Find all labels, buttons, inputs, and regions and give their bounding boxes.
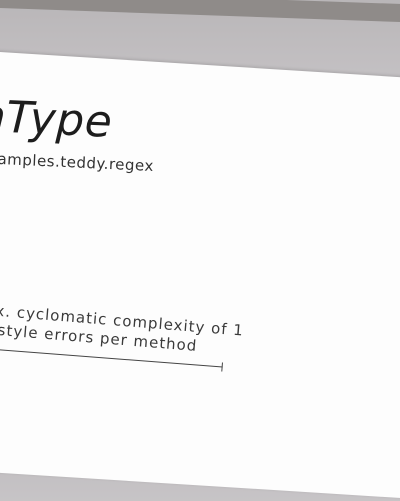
background-object (0, 0, 400, 23)
paper-sheet: hType samples.teddy.regex max. cyclomati… (0, 49, 400, 501)
package-name: samples.teddy.regex (0, 149, 155, 176)
document-title: hType (0, 90, 114, 148)
divider-tick (221, 362, 223, 372)
